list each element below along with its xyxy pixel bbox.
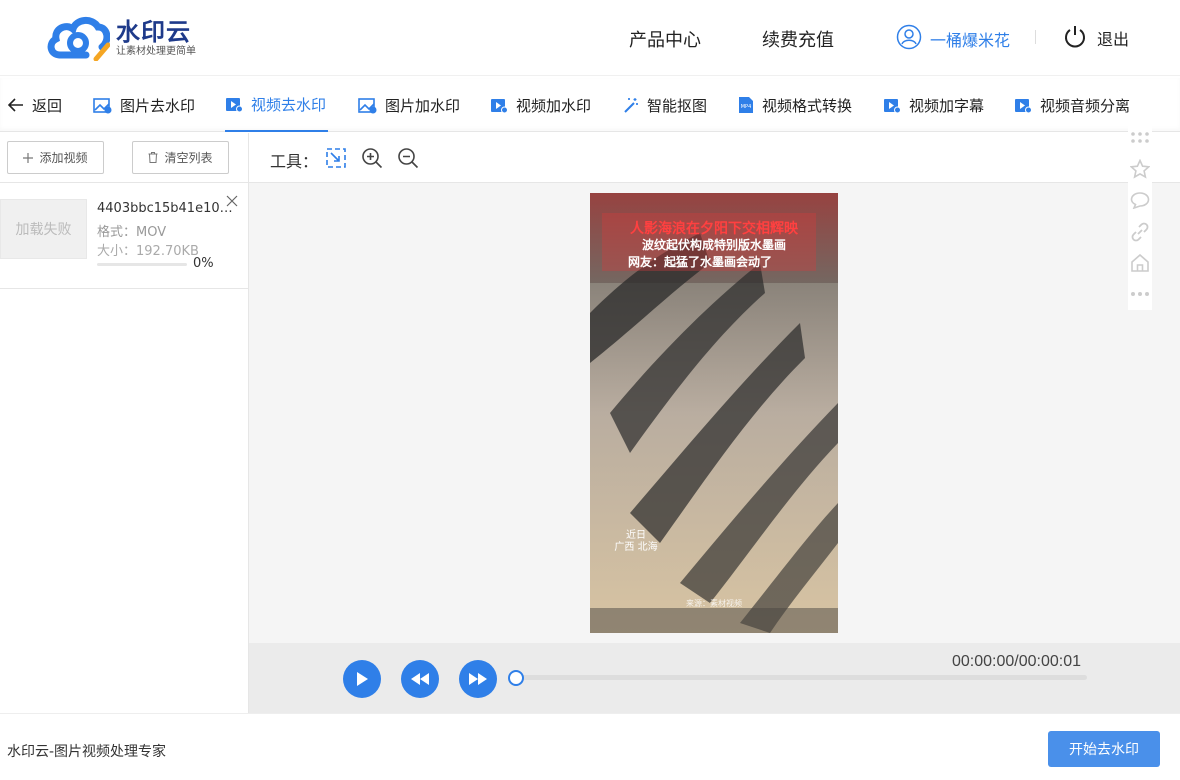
user-menu[interactable]: 一桶爆米花 (896, 24, 1010, 54)
file-progress-bar (97, 263, 187, 266)
header-divider (1035, 30, 1036, 44)
top-header: 水印云 让素材处理更简单 产品中心 续费充值 一桶爆米花 退出 (0, 0, 1180, 76)
play-button[interactable] (343, 660, 381, 698)
magic-wand-icon (623, 97, 639, 113)
image-icon (93, 97, 112, 114)
edit-toolbar: 工具： (249, 133, 1180, 183)
tab-label: 视频加水印 (516, 96, 592, 115)
close-icon[interactable] (225, 193, 239, 207)
svg-text:MP4: MP4 (741, 104, 752, 110)
tab-label: 智能抠图 (647, 96, 708, 115)
tab-video-add-subtitle[interactable]: 视频加字幕 (883, 78, 984, 132)
video-thumbnail: 加载失败 (0, 199, 87, 259)
rewind-icon (411, 673, 429, 685)
nav-product-center[interactable]: 产品中心 (629, 26, 701, 52)
tab-label: 图片去水印 (120, 96, 196, 115)
brand-logo[interactable]: 水印云 让素材处理更简单 (46, 14, 196, 62)
back-button[interactable]: 返回 (8, 78, 62, 132)
user-name: 一桶爆米花 (930, 31, 1011, 50)
add-video-button[interactable]: 添加视频 (7, 141, 104, 174)
tab-video-remove-watermark[interactable]: 视频去水印 (225, 78, 329, 132)
plus-icon (23, 152, 34, 163)
tab-label: 视频加字幕 (909, 96, 985, 115)
video-caption-line-2: 波纹起伏构成特别版水墨画 (642, 237, 786, 252)
tab-video-add-watermark[interactable]: 视频加水印 (490, 78, 591, 132)
playback-time: 00:00:00/00:00:01 (952, 653, 1082, 670)
logout-label: 退出 (1097, 30, 1130, 49)
user-icon (896, 24, 922, 54)
star-icon[interactable] (1130, 153, 1150, 184)
tab-label: 视频去水印 (251, 95, 327, 114)
video-frame-image: 人影海浪在夕阳下交相辉映 波纹起伏构成特别版水墨画 网友：起猛了水墨画会动了 近… (590, 193, 838, 633)
footer-bar: 水印云-图片视频处理专家 开始去水印 (0, 713, 1180, 780)
tab-label: 图片加水印 (385, 96, 461, 115)
video-credit: 来源：素材视频 (686, 598, 742, 608)
link-icon[interactable] (1130, 216, 1150, 247)
play-icon (355, 671, 369, 687)
video-icon (1014, 97, 1032, 114)
brand-title: 水印云 (116, 17, 191, 46)
rewind-button[interactable] (401, 660, 439, 698)
brand-subtitle: 让素材处理更简单 (116, 45, 196, 57)
fast-forward-icon (469, 673, 487, 685)
seek-bar[interactable] (517, 675, 1087, 680)
tab-image-remove-watermark[interactable]: 图片去水印 (93, 78, 195, 132)
video-caption-line-1: 人影海浪在夕阳下交相辉映 (630, 220, 799, 237)
power-icon (1063, 24, 1087, 52)
file-progress-label: 0% (193, 256, 214, 271)
video-location-line-1: 近日 (626, 528, 646, 541)
zoom-in-icon[interactable] (361, 147, 383, 169)
home-icon[interactable] (1130, 247, 1150, 278)
fast-forward-button[interactable] (459, 660, 497, 698)
tools-label: 工具： (270, 152, 319, 171)
file-name: 4403bbc15b41e1097... (97, 201, 239, 216)
side-tools (1128, 122, 1152, 310)
more-icon[interactable] (1130, 279, 1150, 310)
seek-handle[interactable] (508, 670, 524, 686)
grid-dots-icon[interactable] (1130, 122, 1150, 153)
player-controls: 00:00:00/00:00:01 (249, 643, 1180, 713)
clear-list-button[interactable]: 清空列表 (132, 141, 229, 174)
trash-icon (148, 152, 158, 163)
tab-image-add-watermark[interactable]: 图片加水印 (358, 78, 460, 132)
arrow-left-icon (8, 98, 24, 112)
logout-button[interactable]: 退出 (1063, 24, 1129, 52)
file-size: 大小：192.70KB (97, 244, 199, 259)
start-remove-watermark-button[interactable]: 开始去水印 (1048, 731, 1160, 767)
file-list-item[interactable]: 加载失败 4403bbc15b41e1097... 格式：MOV 大小：192.… (0, 183, 248, 289)
tab-label: 视频音频分离 (1040, 96, 1131, 115)
image-icon (358, 97, 377, 114)
tab-smart-cutout[interactable]: 智能抠图 (623, 78, 707, 132)
comment-icon[interactable] (1130, 185, 1150, 216)
file-list-panel: 添加视频 清空列表 加载失败 4403bbc15b41e1097... 格式：M… (0, 133, 249, 713)
tab-video-audio-separate[interactable]: 视频音频分离 (1014, 78, 1130, 132)
cloud-logo-icon (46, 15, 111, 62)
mp4-icon: MP4 (738, 96, 754, 114)
video-icon (883, 97, 901, 114)
video-icon (225, 96, 243, 113)
tab-label: 视频格式转换 (762, 96, 853, 115)
clear-list-label: 清空列表 (164, 151, 213, 165)
file-format: 格式：MOV (97, 225, 167, 240)
feature-tabs: 返回 图片去水印 视频去水印 图片加水印 视频加水印 智能抠图 MP4 视频格式… (0, 78, 1180, 132)
video-caption-line-3: 网友：起猛了水墨画会动了 (628, 254, 772, 269)
video-preview[interactable]: 人影海浪在夕阳下交相辉映 波纹起伏构成特别版水墨画 网友：起猛了水墨画会动了 近… (590, 193, 838, 633)
zoom-out-icon[interactable] (397, 147, 419, 169)
video-canvas: 人影海浪在夕阳下交相辉映 波纹起伏构成特别版水墨画 网友：起猛了水墨画会动了 近… (249, 183, 1180, 643)
back-label: 返回 (32, 96, 63, 115)
tab-video-format-convert[interactable]: MP4 视频格式转换 (738, 78, 852, 132)
add-video-label: 添加视频 (39, 151, 88, 165)
video-location-line-2: 广西 北海 (614, 540, 657, 553)
video-icon (490, 97, 508, 114)
select-region-icon[interactable] (325, 147, 347, 169)
footer-tagline: 水印云-图片视频处理专家 (7, 744, 167, 760)
nav-renew[interactable]: 续费充值 (762, 26, 834, 52)
